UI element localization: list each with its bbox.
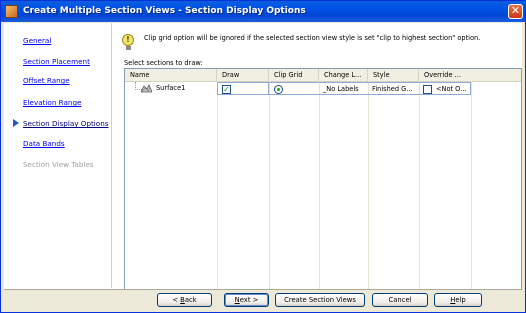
back-button[interactable]: < Back — [157, 293, 212, 307]
nav-item-data-bands[interactable]: Data Bands — [23, 139, 65, 148]
name-cell[interactable]: Surface1 — [125, 82, 217, 95]
nav-item-section-placement[interactable]: Section Placement — [23, 57, 90, 66]
next-button-rest: ext > — [239, 296, 259, 304]
column-divider — [217, 81, 218, 290]
close-button[interactable]: ✕ — [508, 4, 523, 19]
column-header-style[interactable]: Style — [368, 69, 419, 81]
nav-item-elevation-range[interactable]: Elevation Range — [23, 98, 81, 107]
column-header-draw[interactable]: Draw — [217, 69, 269, 81]
sections-table[interactable]: Name Draw Clip Grid Change L... Style Ov… — [124, 68, 522, 291]
clip-grid-cell[interactable] — [269, 82, 319, 95]
clip-grid-radio[interactable] — [274, 85, 283, 94]
override-cell[interactable]: <Not O... — [419, 82, 471, 95]
style-cell[interactable]: Finished G... — [368, 82, 419, 95]
back-button-rest: ack — [184, 296, 197, 304]
column-divider — [419, 81, 420, 290]
override-checkbox[interactable] — [423, 85, 432, 94]
table-label: Select sections to draw: — [124, 59, 203, 67]
title-bar[interactable]: Create Multiple Section Views - Section … — [1, 1, 525, 22]
column-divider — [368, 81, 369, 290]
create-section-views-button[interactable]: Create Section Views — [275, 293, 365, 307]
button-bar: < Back Next > Create Section Views Cance… — [4, 289, 522, 311]
help-button[interactable]: Help — [434, 293, 482, 307]
column-divider — [471, 81, 472, 290]
info-message: Clip grid option will be ignored if the … — [144, 34, 481, 42]
column-divider — [319, 81, 320, 290]
back-button-prefix: < — [172, 296, 181, 304]
column-header-override[interactable]: Override ... — [419, 69, 521, 81]
nav-item-section-view-tables: Section View Tables — [23, 160, 94, 169]
nav-item-offset-range[interactable]: Offset Range — [23, 76, 70, 85]
table-row[interactable]: Surface1 ✓ _No Labels Finished G... <Not… — [125, 82, 521, 95]
main-panel: ! Clip grid option will be ignored if th… — [112, 23, 522, 291]
change-labels-cell[interactable]: _No Labels — [319, 82, 368, 95]
current-step-arrow-icon — [13, 119, 19, 127]
override-value: <Not O... — [436, 85, 467, 93]
nav-item-section-display-options[interactable]: Section Display Options — [23, 119, 109, 128]
lightbulb-icon: ! — [122, 34, 134, 46]
dialog-content: General Section Placement Offset Range E… — [4, 23, 522, 311]
next-button[interactable]: Next > — [224, 293, 269, 307]
column-header-name[interactable]: Name — [125, 69, 217, 81]
column-header-change-labels[interactable]: Change L... — [319, 69, 368, 81]
table-header: Name Draw Clip Grid Change L... Style Ov… — [125, 69, 521, 82]
app-icon — [5, 5, 18, 18]
nav-item-general[interactable]: General — [23, 36, 51, 45]
surface-icon — [141, 84, 152, 93]
draw-checkbox[interactable]: ✓ — [222, 85, 231, 94]
lightbulb-base-icon — [126, 46, 131, 50]
cancel-button[interactable]: Cancel — [372, 293, 428, 307]
wizard-nav: General Section Placement Offset Range E… — [4, 23, 112, 288]
help-button-rest: elp — [455, 296, 466, 304]
dialog-window: Create Multiple Section Views - Section … — [0, 0, 526, 313]
window-title: Create Multiple Section Views - Section … — [23, 6, 306, 16]
column-divider — [269, 81, 270, 290]
draw-cell[interactable]: ✓ — [217, 82, 269, 95]
column-header-clip-grid[interactable]: Clip Grid — [269, 69, 319, 81]
surface-name: Surface1 — [156, 84, 186, 92]
